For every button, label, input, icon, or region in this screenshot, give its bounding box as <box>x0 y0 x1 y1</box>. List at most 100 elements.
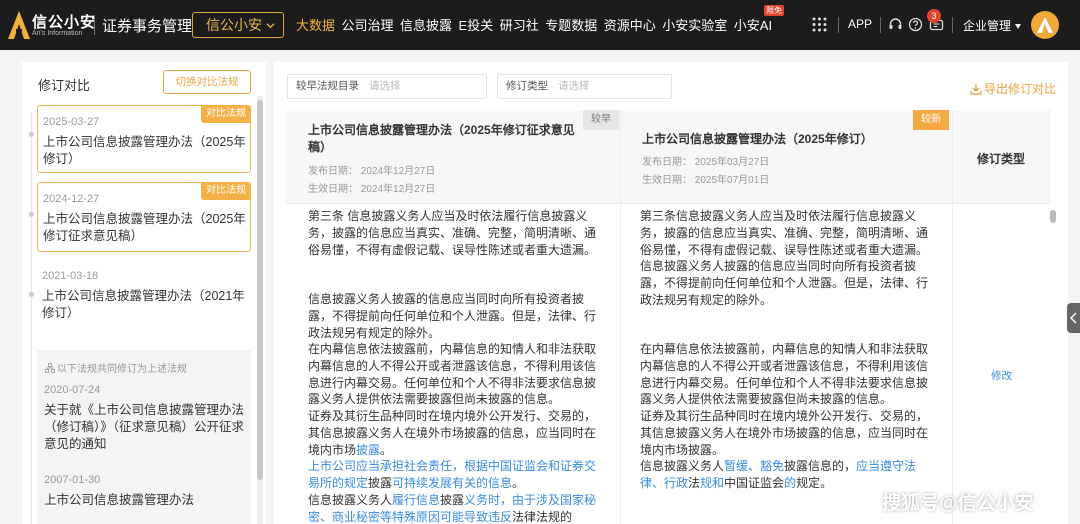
diff-highlight: 可持续发展有关的信息 <box>392 475 513 490</box>
diff-highlight: 暂缓、豁免 <box>724 459 785 473</box>
nav-item-academy[interactable]: 研习社 <box>500 15 539 34</box>
toolbar-divider <box>838 17 839 33</box>
revision-type-modify-link[interactable]: 修改 <box>991 368 1012 383</box>
text-segment: 披露 <box>368 475 393 490</box>
comparison-table-header: 上市公司信息披露管理办法（2025年修订征求意见稿） 发布日期： 2024年12… <box>286 110 1051 204</box>
main-scrollbar-thumb[interactable] <box>1050 210 1056 223</box>
comparison-table-body: 第三条 信息披露义务人应当及时依法履行信息披露义务，披露的信息应当真实、准确、完… <box>286 204 1051 524</box>
text-segment: 证券及其衍生品种同时在境内境外公开发行、交易的，其信息披露义务人在境外市场披露的… <box>308 409 597 457</box>
revision-title: 上市公司信息披露管理办法（2025年修订征求意见稿） <box>43 212 246 243</box>
text-segment: 法 <box>688 475 701 490</box>
earlier-paragraph: 信息披露义务人履行信息披露义务时，由于涉及国家秘密、商业秘密等特殊原因可能导致违… <box>308 492 598 524</box>
filter-label: 较早法规目录 <box>296 80 359 92</box>
earlier-paragraph: 第三条 信息披露义务人应当及时依法履行信息披露义务，披露的信息应当真实、准确、完… <box>308 209 597 257</box>
revision-type-select[interactable]: 修订类型 请选择 <box>497 74 672 99</box>
comparison-panel: 较早法规目录 请选择 修订类型 请选择 导出修订对比 上市公司信息披露管理办法（20… <box>274 62 1068 524</box>
free-badge: 限免 <box>764 5 785 16</box>
later-effective-date: 生效日期： 2025年07月01日 <box>642 175 770 186</box>
nav-item-governance[interactable]: 公司治理 <box>342 15 394 34</box>
logo-divider <box>94 15 95 35</box>
avatar[interactable] <box>1031 11 1059 39</box>
main-nav: 大数据 公司治理 信息披露 E投关 研习社 专题数据 资源中心 小安实验室 小安… <box>296 5 785 34</box>
revision-date: 2020-07-24 <box>44 384 101 396</box>
switch-compare-button[interactable]: 切换对比法规 <box>163 70 251 94</box>
revision-card-2021[interactable]: 2021-03-18 上市公司信息披露管理办法（2021年修订） <box>37 260 251 330</box>
filter-placeholder: 请选择 <box>369 80 401 92</box>
app-download-link[interactable]: APP <box>848 17 872 31</box>
export-comparison-button[interactable]: 导出修订对比 <box>970 80 1056 97</box>
top-navigation-bar: 信公小安 An's Information 证券事务管理 信公小安 大数据 公司… <box>0 0 1080 50</box>
earlier-tag: 较早 <box>583 110 619 130</box>
revision-date: 2024-12-27 <box>43 193 100 205</box>
text-segment: 信息披露义务人 <box>640 459 725 473</box>
nav-item-ai[interactable]: 小安AI 限免 <box>733 5 785 34</box>
earlier-paragraph: 上市公司应当承担社会责任，根据中国证监会和证券交易所的规定披露可持续发展有关的信… <box>308 458 598 492</box>
export-label: 导出修订对比 <box>983 82 1056 96</box>
revision-date: 2025-03-27 <box>43 116 100 128</box>
earlier-paragraph: 证券及其衍生品种同时在境内境外公开发行、交易的，其信息披露义务人在境外市场披露的… <box>308 408 598 458</box>
text-segment: 披露信息的， <box>784 459 857 473</box>
diff-highlight: 履行信息 <box>392 493 441 507</box>
later-paragraph: 信息披露义务人披露的信息应当同时向所有投资者披露，不得提前向任何单位和个人泄露。… <box>640 259 929 307</box>
revision-card-2007[interactable]: 2007-01-30 上市公司信息披露管理办法 <box>37 464 251 524</box>
timeline-dot <box>29 132 34 137</box>
text-segment: 信息披露义务人 <box>308 493 393 507</box>
nav-item-lab[interactable]: 小安实验室 <box>662 15 727 34</box>
revision-history-panel: 修订对比 切换对比法规 2025-03-27 上市公司信息披露管理办法（2025… <box>22 62 266 524</box>
nav-item-disclosure[interactable]: 信息披露 <box>400 15 452 34</box>
timeline-line <box>31 112 32 524</box>
text-segment: 。 <box>512 475 525 490</box>
revision-card-2020[interactable]: 2020-07-24 关于就《上市公司信息披露管理办法（修订稿）》（征求意见稿）… <box>37 374 251 464</box>
system-title: 证券事务管理 <box>102 18 193 35</box>
diff-highlight: 披露 <box>356 442 381 457</box>
logo-subtitle: An's Information <box>32 30 83 37</box>
brand-selector[interactable]: 信公小安 <box>192 12 284 38</box>
compare-tag: 对比法规 <box>201 105 251 123</box>
enterprise-menu[interactable]: 企业管理 <box>963 17 1022 34</box>
compare-tag: 对比法规 <box>201 182 251 200</box>
toolbar-divider <box>880 17 881 33</box>
diff-highlight: 规和 <box>700 475 725 490</box>
text-segment: 法律法规的 <box>512 509 573 524</box>
nav-item-big-data[interactable]: 大数据 <box>296 15 335 34</box>
filter-placeholder: 请选择 <box>558 80 590 92</box>
diff-highlight: 义务时，由于涉及国家秘 <box>464 493 597 507</box>
later-version-header: 上市公司信息披露管理办法（2025年修订） 发布日期： 2025年03月27日 … <box>620 110 952 204</box>
text-segment: 规定。 <box>796 475 833 490</box>
nav-item-topic-data[interactable]: 专题数据 <box>545 15 597 34</box>
revision-card-2024-draft[interactable]: 2024-12-27 上市公司信息披露管理办法（2025年修订征求意见稿） 对比… <box>37 182 251 252</box>
earlier-catalog-select[interactable]: 较早法规目录 请选择 <box>287 74 487 99</box>
chevron-left-icon <box>1070 312 1077 324</box>
text-segment: 。 <box>380 442 393 457</box>
chevron-down-icon <box>266 23 275 29</box>
brand-selector-label: 信公小安 <box>206 17 262 33</box>
left-scrollbar-thumb[interactable] <box>257 100 263 480</box>
nav-item-ai-label: 小安AI <box>733 18 773 33</box>
nav-item-investor-relations[interactable]: E投关 <box>459 15 494 34</box>
earlier-effective-date: 生效日期： 2024年12月27日 <box>308 184 436 195</box>
text-segment: 中国证监会 <box>724 475 785 490</box>
revision-title: 上市公司信息披露管理办法（2025年修订） <box>43 135 246 166</box>
revision-title: 上市公司信息披露管理办法（2021年修订） <box>42 289 245 320</box>
nav-item-resource-center[interactable]: 资源中心 <box>604 15 656 34</box>
apps-grid-icon[interactable] <box>812 17 827 32</box>
panel-title: 修订对比 <box>38 78 91 93</box>
message-count-badge: 3 <box>927 9 941 23</box>
collapse-side-tab[interactable] <box>1067 303 1080 333</box>
diff-highlight: 的 <box>784 475 797 490</box>
hierarchy-icon <box>45 363 55 373</box>
revision-card-2025[interactable]: 2025-03-27 上市公司信息披露管理办法（2025年修订） 对比法规 <box>37 105 251 173</box>
caret-down-icon <box>1015 24 1022 30</box>
later-paragraph: 在内幕信息依法披露前，内幕信息的知情人和非法获取内幕信息的人不得公开或者泄露该信… <box>640 342 929 407</box>
logo[interactable]: 信公小安 An's Information <box>8 8 95 42</box>
timeline-dot <box>29 212 34 217</box>
text-segment: 披露 <box>440 493 465 507</box>
headset-icon[interactable] <box>888 17 903 32</box>
later-paragraph: 证券及其衍生品种同时在境内境外公开发行、交易的，其信息披露义务人在境外市场披露的… <box>640 409 929 457</box>
revision-date: 2007-01-30 <box>44 474 101 486</box>
help-icon[interactable] <box>908 17 923 32</box>
joint-revision-group: 以下法规共同修订为上述法规 2020-07-24 关于就《上市公司信息披露管理办… <box>37 350 251 524</box>
joint-revision-note: 以下法规共同修订为上述法规 <box>45 360 187 375</box>
toolbar-divider <box>952 17 953 33</box>
earlier-paragraph: 在内幕信息依法披露前，内幕信息的知情人和非法获取内幕信息的人不得公开或者泄露该信… <box>308 342 597 407</box>
